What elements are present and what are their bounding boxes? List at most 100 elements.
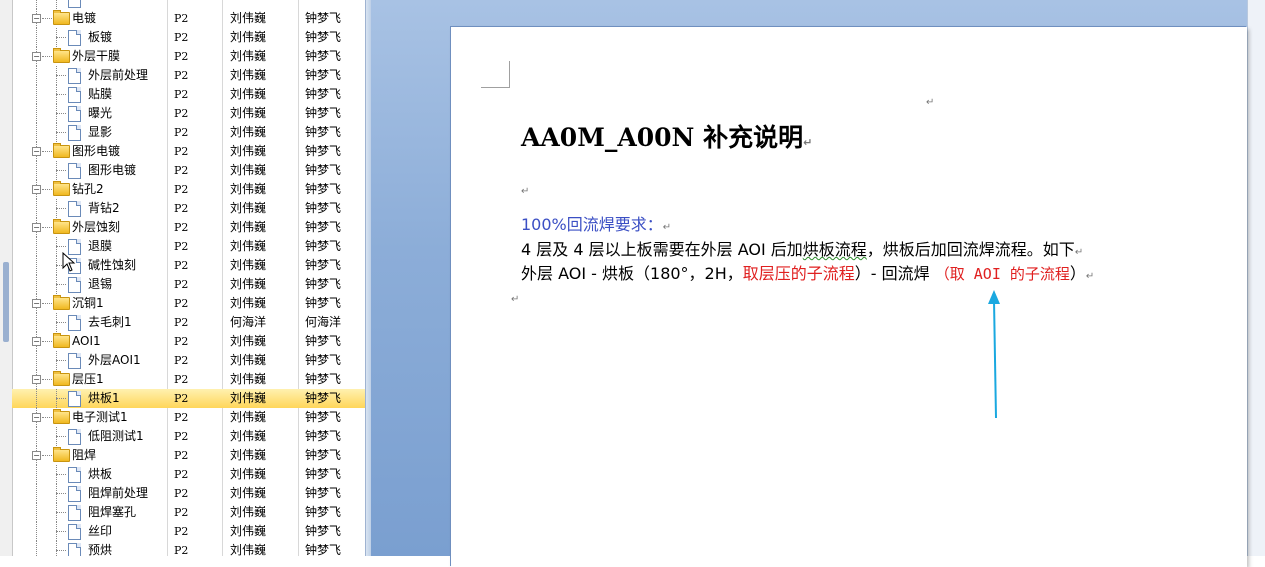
reviewer-cell: 钟梦飞 (305, 201, 342, 215)
tree-item-row[interactable]: 烘板1 P2 刘伟巍 钟梦飞 (12, 389, 365, 408)
tree-connector (36, 465, 37, 484)
requirement-line-1[interactable]: 4 层及 4 层以上板需要在外层 AOI 后加烘板流程，烘板后加回流焊流程。如下… (521, 239, 1083, 261)
tree-item-row[interactable]: 阻焊塞孔 P2 刘伟巍 钟梦飞 (12, 503, 365, 522)
tree-label: 阻焊塞孔 (88, 505, 137, 519)
tree-folder-row[interactable]: − 图形电镀 P2 刘伟巍 钟梦飞 (12, 142, 365, 161)
tree-label: 曝光 (88, 106, 113, 120)
tree-label: 沉铜1 (72, 296, 104, 310)
tree-name-cell: 背钻2 (12, 199, 167, 218)
tree-folder-row[interactable]: − 外层干膜 P2 刘伟巍 钟梦飞 (12, 47, 365, 66)
tree-item-row[interactable]: 曝光 P2 刘伟巍 钟梦飞 (12, 104, 365, 123)
collapse-toggle-icon[interactable]: − (32, 185, 41, 194)
process-code-cell: P2 (174, 107, 189, 120)
tree-item-row[interactable]: 图形电镀 P2 刘伟巍 钟梦飞 (12, 161, 365, 180)
tree-item-row[interactable]: 板镀 P2 刘伟巍 钟梦飞 (12, 28, 365, 47)
reviewer-cell: 钟梦飞 (305, 68, 342, 82)
owner-cell: 刘伟巍 (230, 334, 267, 348)
owner-cell (230, 0, 300, 9)
tree-connector (36, 484, 37, 503)
tree-item-row[interactable]: 外层AOI1 P2 刘伟巍 钟梦飞 (12, 351, 365, 370)
tree-item-row[interactable]: 退锡 P2 刘伟巍 钟梦飞 (12, 275, 365, 294)
process-code-cell: P2 (174, 183, 189, 196)
process-code-cell: P2 (174, 50, 189, 63)
collapse-toggle-icon[interactable]: − (32, 375, 41, 384)
tree-folder-row[interactable]: − 阻焊 P2 刘伟巍 钟梦飞 (12, 446, 365, 465)
process-code-cell: P2 (174, 430, 189, 443)
tree-item-row[interactable]: 烘板 P2 刘伟巍 钟梦飞 (12, 465, 365, 484)
document-icon (68, 106, 81, 122)
owner-cell: 刘伟巍 (230, 505, 267, 519)
reviewer-cell: 钟梦飞 (305, 163, 342, 177)
reviewer-cell: 何海洋 (305, 315, 342, 329)
reviewer-cell: 钟梦飞 (305, 106, 342, 120)
collapse-toggle-icon[interactable]: − (32, 337, 41, 346)
document-title[interactable]: AA0M_A00N 补充说明↵ (521, 120, 812, 156)
tree-connector (56, 550, 66, 551)
reviewer-cell: 钟梦飞 (305, 353, 342, 367)
requirement-heading[interactable]: 100%回流焊要求：↵ (521, 214, 671, 236)
tree-item-row[interactable]: 贴膜 P2 刘伟巍 钟梦飞 (12, 85, 365, 104)
tree-connector (36, 522, 37, 541)
reviewer-cell: 钟梦飞 (305, 372, 342, 386)
tree-name-cell: − 阻焊 (12, 446, 167, 465)
tree-connector (36, 66, 37, 85)
owner-cell: 刘伟巍 (230, 486, 267, 500)
process-code-cell: P2 (174, 88, 189, 101)
tree-name-cell: 板镀 (12, 28, 167, 47)
reviewer-cell: 钟梦飞 (305, 144, 342, 158)
tree-item-row[interactable]: 去毛刺1 P2 何海洋 何海洋 (12, 313, 365, 332)
collapse-toggle-icon[interactable]: − (32, 14, 41, 23)
tree-folder-row[interactable]: − 外层蚀刻 P2 刘伟巍 钟梦飞 (12, 218, 365, 237)
paragraph-mark: ↵ (521, 186, 530, 197)
vertical-scrollbar[interactable] (1247, 0, 1265, 556)
reviewer-cell: 钟梦飞 (305, 11, 342, 25)
tree-connector (36, 123, 37, 142)
tree-item-row[interactable]: 显影 P2 刘伟巍 钟梦飞 (12, 123, 365, 142)
tree-item-row[interactable]: 阻焊前处理 P2 刘伟巍 钟梦飞 (12, 484, 365, 503)
owner-cell: 刘伟巍 (230, 125, 267, 139)
reviewer-cell: 钟梦飞 (305, 30, 342, 44)
tree-folder-row[interactable]: − 层压1 P2 刘伟巍 钟梦飞 (12, 370, 365, 389)
tree-item-row[interactable]: 丝印 P2 刘伟巍 钟梦飞 (12, 522, 365, 541)
tree-item-row[interactable]: 外层前处理 P2 刘伟巍 钟梦飞 (12, 66, 365, 85)
tree-item-row[interactable]: 背钻2 P2 刘伟巍 钟梦飞 (12, 199, 365, 218)
tree-connector (56, 170, 66, 171)
tree-item-row[interactable]: 低阻测试1 P2 刘伟巍 钟梦飞 (12, 427, 365, 446)
collapse-toggle-icon[interactable]: − (32, 451, 41, 460)
collapse-toggle-icon[interactable]: − (32, 413, 41, 422)
owner-cell: 刘伟巍 (230, 258, 267, 272)
tree-item-row[interactable] (12, 0, 365, 9)
tree-connector (36, 389, 37, 408)
tree-folder-row[interactable]: − 沉铜1 P2 刘伟巍 钟梦飞 (12, 294, 365, 313)
tree-folder-row[interactable]: − 电镀 P2 刘伟巍 钟梦飞 (12, 9, 365, 28)
tree-connector (56, 398, 66, 399)
tree-item-row[interactable]: 预烘 P2 刘伟巍 钟梦飞 (12, 541, 365, 556)
process-code-cell: P2 (174, 392, 189, 405)
collapse-toggle-icon[interactable]: − (32, 223, 41, 232)
owner-cell: 刘伟巍 (230, 353, 267, 367)
tree-label: 退膜 (88, 239, 113, 253)
collapse-toggle-icon[interactable]: − (32, 299, 41, 308)
tree-label: 钻孔2 (72, 182, 104, 196)
tree-name-cell: 显影 (12, 123, 167, 142)
tree-folder-row[interactable]: − 钻孔2 P2 刘伟巍 钟梦飞 (12, 180, 365, 199)
reviewer-cell: 钟梦飞 (305, 87, 342, 101)
panel-collapse-grip[interactable] (3, 262, 9, 342)
document-page[interactable] (451, 27, 1247, 567)
process-code-cell (174, 0, 220, 9)
collapse-toggle-icon[interactable]: − (32, 52, 41, 61)
document-icon (68, 163, 81, 179)
tree-folder-row[interactable]: − AOI1 P2 刘伟巍 钟梦飞 (12, 332, 365, 351)
process-code-cell: P2 (174, 449, 189, 462)
collapse-toggle-icon[interactable]: − (32, 147, 41, 156)
mouse-pointer-icon (62, 252, 76, 272)
tree-name-cell (12, 0, 167, 9)
paragraph-mark: ↵ (926, 97, 935, 108)
folder-icon (53, 10, 70, 25)
tree-label: 外层蚀刻 (72, 220, 121, 234)
tree-folder-row[interactable]: − 电子测试1 P2 刘伟巍 钟梦飞 (12, 408, 365, 427)
owner-cell: 刘伟巍 (230, 239, 267, 253)
reviewer-cell: 钟梦飞 (305, 125, 342, 139)
requirement-line-2[interactable]: 外层 AOI - 烘板（180°，2H，取层压的子流程）- 回流焊 （取 AOI… (521, 263, 1094, 285)
reviewer-cell: 钟梦飞 (305, 277, 342, 291)
